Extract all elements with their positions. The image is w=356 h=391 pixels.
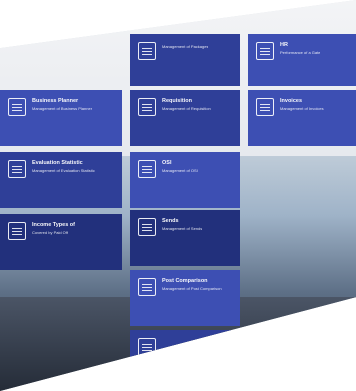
tile-income-types[interactable]: Income Types of Covered by Paid Off xyxy=(0,214,122,270)
tile-partial-icon xyxy=(138,338,156,356)
tile-hr-icon xyxy=(256,42,274,60)
tile-title: OSI xyxy=(162,160,172,166)
invoice-icon xyxy=(256,98,274,116)
tile-title: Requisition xyxy=(162,98,192,104)
tile-subtitle: Covered by Paid Off xyxy=(32,230,68,235)
tile-packages[interactable]: Management of Packages xyxy=(130,34,240,86)
tile-subtitle: Management of Post Comparison xyxy=(162,286,222,291)
tile-subtitle: Management of Packages xyxy=(162,44,209,49)
tile-title: Income Types of xyxy=(32,222,75,228)
tile-sends[interactable]: Sends Management of Sends xyxy=(130,210,240,266)
tile-title: Sends xyxy=(162,218,179,224)
tile-business-planner[interactable]: Business Planner Management of Business … xyxy=(0,90,122,146)
tile-subtitle: Management of Invoices xyxy=(280,106,324,111)
document-icon xyxy=(138,160,156,178)
tile-requisition[interactable]: Requisition Management of Requisition xyxy=(130,90,240,146)
tile-subtitle: Management of OSI xyxy=(162,168,198,173)
tile-subtitle: Management of Sends xyxy=(162,226,203,231)
tile-title: HR xyxy=(280,42,288,48)
tile-hr[interactable]: HR Performance of a Gate xyxy=(248,34,356,86)
tile-title: Post Comparison xyxy=(162,278,208,284)
tile-osi[interactable]: OSI Management of OSI xyxy=(130,152,240,208)
document-icon xyxy=(138,98,156,116)
background-photo: Management of Packages HR Performance of… xyxy=(0,0,356,391)
swap-icon xyxy=(138,278,156,296)
chart-icon xyxy=(8,160,26,178)
tile-subtitle: Performance of a Gate xyxy=(280,50,321,55)
tile-title: Evaluation Statistic xyxy=(32,160,83,166)
user-icon xyxy=(8,98,26,116)
tile-post-comparison[interactable]: Post Comparison Management of Post Compa… xyxy=(130,270,240,326)
tile-title: Business Planner xyxy=(32,98,79,104)
tile-subtitle: Management of Evaluation Statistic xyxy=(32,168,95,173)
chart-icon xyxy=(8,222,26,240)
tile-partial[interactable] xyxy=(130,330,240,358)
tile-subtitle: Management of Business Planner xyxy=(32,106,93,111)
tile-packages-icon xyxy=(138,42,156,60)
tile-title: Invoices xyxy=(280,98,303,104)
tile-subtitle: Management of Requisition xyxy=(162,106,211,111)
send-icon xyxy=(138,218,156,236)
tile-invoices[interactable]: Invoices Management of Invoices xyxy=(248,90,356,146)
tile-evaluation-statistic[interactable]: Evaluation Statistic Management of Evalu… xyxy=(0,152,122,208)
